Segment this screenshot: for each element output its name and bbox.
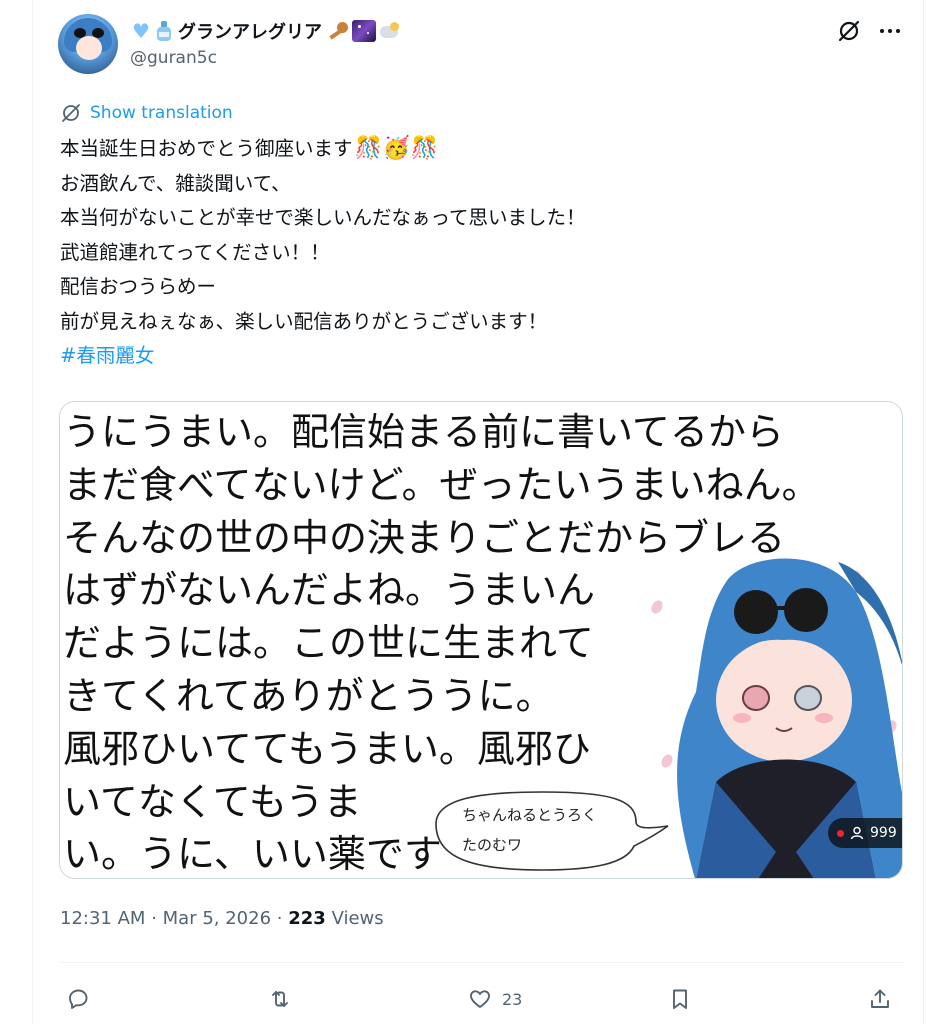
avatar-sunglasses: [74, 28, 104, 38]
translate-icon: [62, 104, 80, 122]
grok-icon[interactable]: [836, 18, 862, 44]
image-text-line: まだ食べてないけど。ぜったいうまいねん。: [63, 462, 820, 507]
heart-icon: [470, 990, 490, 1008]
user-handle[interactable]: @guran5c: [130, 48, 217, 68]
speech-bubble-line-1: ちゃんねるとうろく: [462, 806, 597, 824]
live-dot-icon: [837, 829, 844, 837]
display-name-row[interactable]: ♥ グランアレグリア: [130, 18, 402, 44]
confetti-ball-icon: 🎊: [410, 136, 438, 162]
meta-separator: ·: [151, 908, 157, 929]
speech-bubble: ちゃんねるとうろく たのむワ: [435, 791, 669, 871]
tweet-line: 前が見えねぇなぁ、楽しい配信ありがとうございます！: [60, 309, 548, 333]
person-icon: [850, 826, 864, 840]
views-count: 223: [288, 908, 326, 929]
tweet-line: 本当何がないことが幸せで楽しいんだなぁって思いました！: [60, 206, 586, 229]
partying-face-icon: 🥳: [382, 136, 410, 162]
divider: [60, 962, 904, 963]
action-bar: 23: [60, 982, 904, 1016]
meta-separator: ·: [276, 908, 283, 929]
tweet-line: 武道館連れてってください！！: [60, 240, 330, 264]
speech-bubble-line-2: たのむワ: [462, 836, 522, 854]
share-button[interactable]: [868, 982, 892, 1016]
share-icon: [871, 989, 889, 1008]
reply-icon: [69, 989, 88, 1009]
display-name: グランアレグリア: [178, 22, 322, 43]
repost-icon: [272, 991, 288, 1007]
night-sky-icon: [352, 20, 376, 42]
tweet-line: 配信おつうらめー: [60, 275, 217, 298]
avatar-face: [76, 36, 102, 60]
repost-button[interactable]: [268, 982, 292, 1016]
view-count-badge: 999: [828, 818, 902, 848]
moon-viewing-icon: [378, 20, 402, 42]
tweet-text: 本当誕生日おめでとう御座います 🎊 🥳 🎊 お酒飲んで、雑談聞いて、 本当何がな…: [60, 132, 900, 374]
sake-bottle-icon: [154, 20, 174, 42]
like-count: 23: [502, 989, 523, 1009]
blue-heart-icon: ♥: [132, 19, 150, 43]
tweet-meta: 12:31 AM · Mar 5, 2026 · 223 Views: [60, 908, 384, 929]
tweet-line: お酒飲んで、雑談聞いて、: [60, 171, 291, 195]
tweet-date[interactable]: Mar 5, 2026: [163, 908, 271, 929]
bookmark-button[interactable]: [668, 982, 692, 1016]
views-label: Views: [331, 908, 384, 929]
avatar[interactable]: [58, 14, 118, 74]
hashtag-link[interactable]: #春雨麗女: [60, 339, 900, 374]
tweet-time[interactable]: 12:31 AM: [60, 908, 145, 929]
view-count-value: 999: [870, 825, 897, 841]
show-translation-link[interactable]: Show translation: [60, 102, 233, 124]
tweet-line-text: 本当誕生日おめでとう御座います: [60, 137, 353, 160]
more-options-icon[interactable]: [877, 19, 903, 43]
media-image[interactable]: うにうまい。配信始まる前に書いてるから まだ食べてないけど。ぜったいうまいねん。…: [59, 401, 903, 879]
show-translation-label: Show translation: [90, 103, 233, 123]
like-button[interactable]: 23: [468, 982, 522, 1016]
key-icon: [324, 20, 350, 42]
confetti-ball-icon: 🎊: [354, 136, 382, 162]
image-text-line: うにうまい。配信始まる前に書いてるから: [63, 410, 784, 454]
tweet-line: 本当誕生日おめでとう御座います 🎊 🥳 🎊: [60, 132, 900, 167]
bookmark-icon: [673, 989, 687, 1009]
reply-button[interactable]: [66, 982, 90, 1016]
